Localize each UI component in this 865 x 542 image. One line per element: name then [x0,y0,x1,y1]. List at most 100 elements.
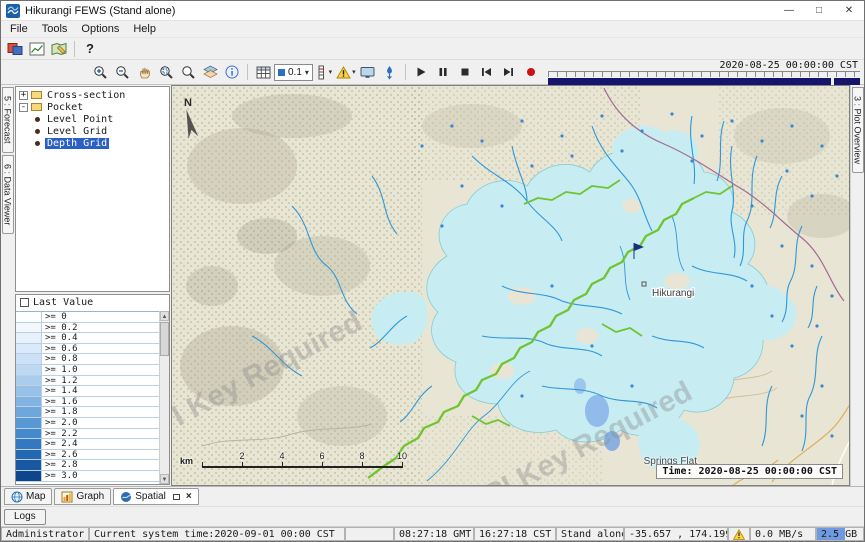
town-label: Hikurangi [652,288,694,299]
pause-icon[interactable] [432,63,454,82]
legend-swatch [16,418,42,428]
legend-swatch [16,354,42,364]
jump-end-icon[interactable] [498,63,520,82]
jump-start-icon[interactable] [476,63,498,82]
current-datetime: 2020-08-25 00:00:00 CST [548,60,860,71]
scale-tick-label: 4 [279,451,284,461]
status-warning-icon[interactable] [728,527,750,541]
window-title: Hikurangi FEWS (Stand alone) [25,5,175,17]
maximize-button[interactable]: □ [804,1,834,20]
profile-tool-icon[interactable] [379,63,401,82]
pan-hand-icon[interactable] [133,63,155,82]
tree-item[interactable]: Depth Grid [16,137,169,149]
legend-row: >= 0 [16,312,159,323]
tree-panel: + Cross-section-PocketLevel PointLevel Gr… [15,86,170,292]
legend-panel: Last Value >= 0>= 0.2>= 0.4>= 0.6>= 0.8>… [15,294,170,485]
tree-item[interactable]: -Pocket [16,101,169,113]
tab-graph[interactable]: Graph [54,488,111,505]
legend-title: Last Value [33,297,93,308]
status-download-rate: 0.0 MB/s [750,527,816,541]
gauge-display-icon[interactable]: ▾ [313,63,335,82]
close-tab-icon[interactable]: × [186,492,192,502]
legend-label: >= 1.0 [42,365,78,375]
time-navigator[interactable]: 2020-08-25 00:00:00 CST [548,60,860,85]
legend-label: >= 1.6 [42,397,78,407]
tree-item[interactable]: Level Point [16,113,169,125]
legend-swatch [16,344,42,354]
map-editor-icon[interactable] [48,39,70,58]
legend-label: >= 1.4 [42,386,78,396]
menu-item-help[interactable]: Help [126,22,163,36]
right-dock-tab-0[interactable]: 3 : Plot Overview [852,87,864,173]
legend-label: >= 2.0 [42,418,78,428]
legend-row: >= 2.6 [16,450,159,461]
legend-row: >= 1.0 [16,365,159,376]
layers-icon[interactable] [199,63,221,82]
zoom-in-icon[interactable] [89,63,111,82]
chevron-down-icon: ▾ [352,68,356,76]
tree-item-label: Cross-section [45,90,127,101]
logs-button[interactable]: Logs [4,509,46,525]
data-display-icon[interactable] [26,39,48,58]
north-label: N [184,97,192,109]
zoom-rectangle-icon[interactable] [155,63,177,82]
menu-item-tools[interactable]: Tools [35,22,75,36]
scale-tick [282,462,283,468]
tree-item[interactable]: + Cross-section [16,89,169,101]
scroll-down-icon[interactable]: ▼ [160,474,169,484]
bullet-icon [35,141,40,146]
scale-tick [402,462,403,468]
time-ruler[interactable] [548,71,860,77]
legend-swatch [16,333,42,343]
explorer-panel: + Cross-section-PocketLevel PointLevel Gr… [14,85,171,486]
menu-item-file[interactable]: File [3,22,35,36]
tab-map[interactable]: Map [4,488,52,505]
zoom-extent-icon[interactable] [177,63,199,82]
legend-swatch [16,323,42,333]
legend-label: >= 0 [42,312,67,322]
restore-pane-icon[interactable] [173,494,180,500]
legend-label: >= 3.0 [42,471,78,481]
threshold-warning-icon[interactable]: ▾ [335,63,357,82]
explorer-icon[interactable] [4,39,26,58]
left-dock-tab-0[interactable]: 5 : Forecast [2,87,14,153]
scroll-thumb[interactable] [160,322,169,356]
legend-swatch [16,407,42,417]
record-icon[interactable] [520,63,542,82]
legend-row: >= 0.2 [16,323,159,334]
scale-tick [242,462,243,468]
last-value-checkbox[interactable] [20,298,29,307]
left-dock-strip: 5 : Forecast 6 : Data Viewer [1,85,14,486]
tree-expander-icon[interactable]: + [19,91,28,100]
tree-item[interactable]: Level Grid [16,125,169,137]
tab-spatial[interactable]: Spatial × [113,488,198,505]
legend-label: >= 0.2 [42,323,78,333]
grid-display-icon[interactable] [252,63,274,82]
info-icon[interactable] [221,63,243,82]
time-span-bar[interactable] [548,78,860,85]
legend-scrollbar[interactable]: ▲ ▼ [159,311,169,484]
zoom-out-icon[interactable] [111,63,133,82]
menu-item-options[interactable]: Options [74,22,126,36]
chevron-down-icon: ▾ [305,68,309,77]
close-button[interactable]: ✕ [834,1,864,20]
bullet-icon [35,129,40,134]
legend-row: >= 1.8 [16,407,159,418]
legend-label: >= 2.6 [42,450,78,460]
legend-row: >= 1.4 [16,386,159,397]
scroll-up-icon[interactable]: ▲ [160,311,169,321]
legend-label: >= 2.4 [42,439,78,449]
minimize-button[interactable]: — [774,1,804,20]
folder-icon [31,103,42,111]
tree-expander-icon[interactable]: - [19,103,28,112]
play-icon[interactable] [410,63,432,82]
toolbar-separator [405,64,406,80]
map-canvas[interactable]: API Key Required API Key Required Hikura… [171,85,850,486]
animation-display-icon[interactable] [357,63,379,82]
app-icon [6,4,20,18]
help-icon[interactable]: ? [79,39,101,58]
stop-icon[interactable] [454,63,476,82]
marker-size-combo[interactable]: 0.1 ▾ [274,64,313,81]
legend-swatch [16,386,42,396]
left-dock-tab-1[interactable]: 6 : Data Viewer [2,155,14,234]
